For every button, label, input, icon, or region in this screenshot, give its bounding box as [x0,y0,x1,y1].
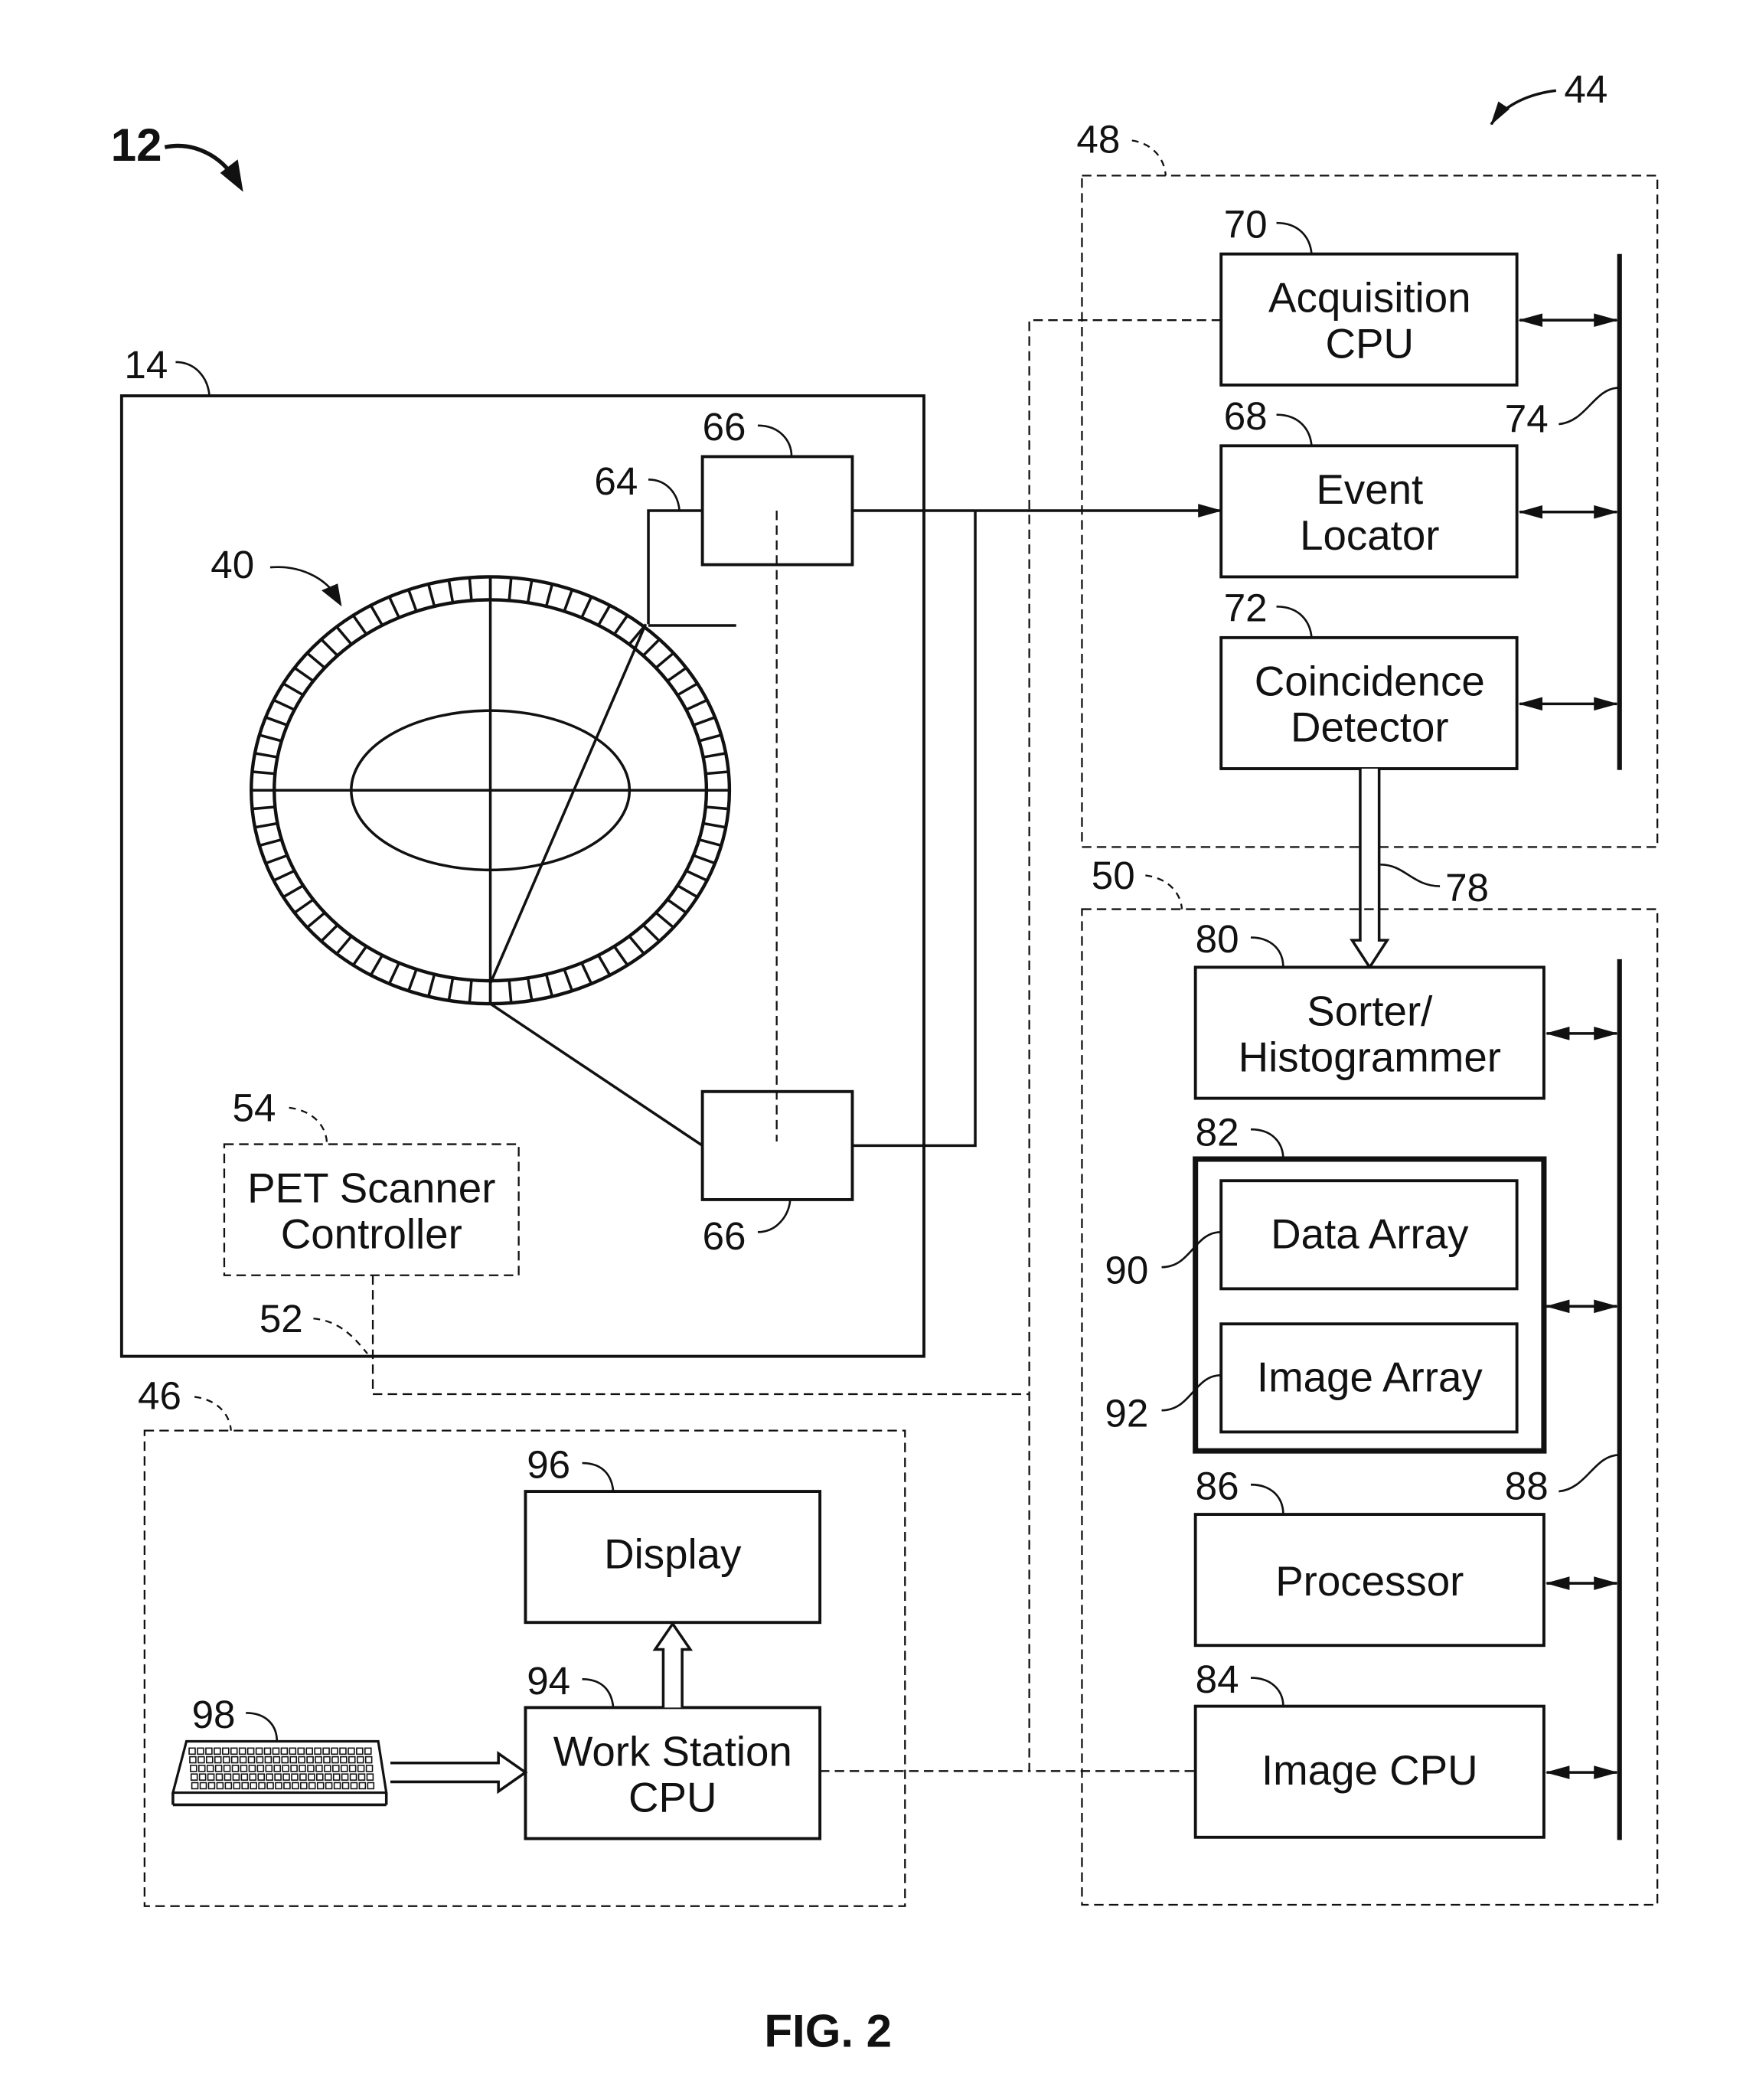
keyboard-icon [171,1739,388,1807]
controller-label-line1: PET Scanner [247,1164,495,1211]
reconstruction-group-ref-label: 50 [1092,854,1135,897]
controller-ref-label: 54 [233,1086,276,1130]
controller-label-line2: Controller [281,1210,462,1257]
sorter-line1: Sorter/ [1307,987,1433,1034]
display-label: Display [604,1530,742,1578]
line-ref-label: 64 [594,459,638,503]
event-locator-ref-leader [1276,413,1313,446]
processor-ref-leader [1251,1483,1284,1515]
pet-scanner: 14 40 64 66 66 PET Scanner Controller 54… [119,343,977,1358]
reconstruction-group-ref-leader [1145,874,1183,910]
coincidence-detector-ref-label: 72 [1224,586,1268,630]
keyboard-ref-leader [246,1712,279,1742]
figure-caption: FIG. 2 [764,2005,892,2056]
event-locator-line1: Event [1316,465,1423,513]
subsystem-ref-label: 44 [1564,67,1607,111]
workstation-cpu-ref-label: 94 [527,1659,570,1703]
display-ref-leader [582,1462,615,1492]
system-ref-arrow-icon [164,143,234,177]
detector-top-ref-label: 66 [703,405,746,449]
link-52-ref-label: 52 [259,1297,303,1341]
reconstruction-group: 50 88 Sorter/ Histogrammer 80 82 Data Ar… [1081,854,1659,1906]
image-cpu-ref-label: 84 [1196,1657,1239,1701]
sorter-line2: Histogrammer [1239,1033,1501,1080]
cpu-to-display-arrow [652,1621,694,1708]
reconstruction-bus-ref-label: 88 [1505,1465,1549,1508]
acquisition-cpu-ref-label: 70 [1224,203,1268,247]
subsystem-ref-arrow-icon [1490,89,1557,126]
coincidence-detector-line2: Detector [1291,704,1449,751]
image-array-label: Image Array [1257,1353,1483,1400]
image-cpu-ref-leader [1251,1677,1284,1706]
scanner-ref-label: 14 [124,343,168,387]
coincidence-detector-line1: Coincidence [1255,658,1485,705]
image-cpu-label: Image CPU [1262,1746,1478,1794]
data-array-ref-label: 90 [1105,1248,1148,1292]
workstation-cpu-line1: Work Station [553,1727,792,1775]
link-78-ref-label: 78 [1445,866,1489,910]
keyboard-to-cpu-arrow [390,1751,528,1795]
acquisition-cpu-line2: CPU [1326,320,1414,367]
acquisition-cpu-line1: Acquisition [1268,274,1470,322]
link-78-ref-leader [1380,863,1441,887]
workstation-cpu-line2: CPU [628,1773,716,1821]
workstation-group-ref-label: 46 [138,1373,181,1417]
processor-ref-label: 86 [1196,1465,1239,1508]
data-array-label: Data Array [1271,1210,1469,1257]
image-array-ref-label: 92 [1105,1391,1148,1435]
sorter-ref-label: 80 [1196,917,1239,961]
reconstruction-bus-ref-leader [1559,1454,1620,1493]
coincidence-to-sorter-arrow [1350,769,1390,970]
memory-ref-leader [1251,1128,1284,1160]
control-bus-dashed [1028,319,1222,1772]
display-ref-label: 96 [527,1442,570,1486]
memory-ref-label: 82 [1196,1110,1239,1154]
subsystem-reference: 44 [1490,67,1607,126]
acquisition-bus-ref-label: 74 [1505,397,1549,441]
sorter-ref-leader [1251,936,1284,968]
ring-ref-label: 40 [211,543,254,586]
detector-ring [250,575,732,1006]
workstation-group: 46 Display 96 Work Station CPU 94 98 [138,1373,906,1907]
acquisition-cpu-ref-leader [1276,221,1313,254]
system-ref-label: 12 [111,119,162,171]
acquisition-group: 48 74 Acquisition CPU 70 Event Locator 6… [1076,117,1659,848]
workstation-group-ref-leader [194,1396,232,1431]
keyboard-ref-label: 98 [192,1693,236,1736]
event-locator-ref-label: 68 [1224,394,1268,438]
workstation-cpu-ref-leader [582,1678,615,1708]
event-locator-line2: Locator [1300,511,1439,559]
system-reference: 12 [111,119,243,192]
acquisition-group-ref-label: 48 [1076,117,1120,161]
acquisition-group-ref-leader [1131,139,1167,176]
coincidence-detector-ref-leader [1276,605,1313,638]
scanner-ref-leader [175,361,211,397]
detector-bottom-ref-label: 66 [703,1214,746,1258]
processor-label: Processor [1275,1557,1464,1605]
pet-system-diagram: 12 44 14 40 64 66 66 PET Scanner Control… [111,67,1659,2056]
acquisition-bus-ref-leader [1559,387,1620,426]
